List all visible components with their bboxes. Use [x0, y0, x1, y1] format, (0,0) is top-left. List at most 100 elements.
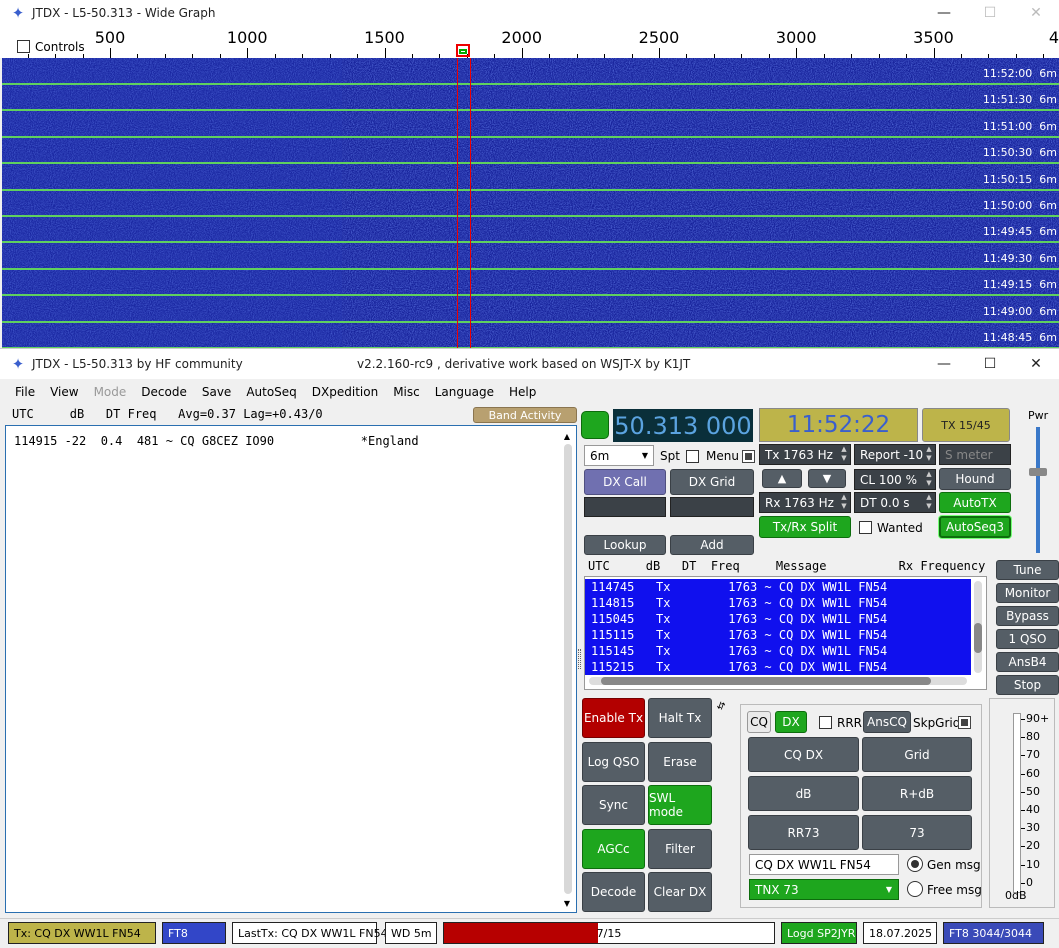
- cq-button[interactable]: CQ: [747, 711, 771, 733]
- waterfall-display[interactable]: 11:52:00 6m 11:51:30 6m 11:51:00 6m 11:50:3…: [2, 58, 1059, 348]
- list-item[interactable]: 115045 Tx 1763 ~ CQ DX WW1L FN54: [591, 611, 971, 627]
- minimize-icon[interactable]: —: [921, 0, 967, 26]
- db-button[interactable]: dB: [748, 776, 859, 811]
- list-item[interactable]: 115115 Tx 1763 ~ CQ DX WW1L FN54: [591, 627, 971, 643]
- band-activity-row[interactable]: 114915 -22 0.4 481 ~ CQ G8CEZ IO90 *Engl…: [14, 434, 419, 448]
- menu-decode[interactable]: Decode: [141, 385, 187, 399]
- grid-button[interactable]: Grid: [862, 737, 972, 772]
- free-msg-radio[interactable]: [907, 881, 923, 897]
- period-timestamp: 11:49:30 6m: [982, 251, 1057, 265]
- log-qso-button[interactable]: Log QSO: [582, 742, 645, 782]
- erase-button[interactable]: Erase: [648, 742, 712, 782]
- menu-help[interactable]: Help: [509, 385, 536, 399]
- tx-period-button[interactable]: TX 15/45: [922, 408, 1010, 442]
- scroll-up-icon[interactable]: ▲: [564, 432, 570, 441]
- menu-dxpedition[interactable]: DXpedition: [312, 385, 378, 399]
- one-qso-button[interactable]: 1 QSO: [996, 629, 1059, 649]
- scroll-down-icon[interactable]: ▼: [564, 899, 570, 908]
- cl-spinbox[interactable]: CL 100 % ▲ ▼: [854, 469, 936, 490]
- dx-button[interactable]: DX: [775, 711, 807, 733]
- monitor-button[interactable]: Monitor: [996, 583, 1059, 603]
- rx-list-hscrollbar[interactable]: [589, 677, 967, 685]
- pwr-slider-track[interactable]: [1029, 427, 1047, 553]
- menu-bar: File View Mode Decode Save AutoSeq DXped…: [0, 381, 1059, 403]
- rrr-checkbox[interactable]: [819, 715, 832, 729]
- period-timestamp: 11:48:45 6m: [982, 331, 1057, 344]
- stop-button[interactable]: Stop: [996, 675, 1059, 695]
- dial-frequency[interactable]: 50.313 000: [613, 409, 753, 442]
- dx-grid-input[interactable]: [670, 497, 754, 517]
- rx-frequency-spinbox[interactable]: Rx 1763 Hz ▲ ▼: [759, 492, 851, 513]
- menu-file[interactable]: File: [15, 385, 35, 399]
- splitter-handle[interactable]: [578, 649, 581, 669]
- hound-button[interactable]: Hound: [939, 468, 1011, 490]
- band-select[interactable]: 6m ▼: [584, 445, 654, 466]
- add-button[interactable]: Add: [670, 535, 754, 555]
- autoseq3-button[interactable]: AutoSeq3: [939, 516, 1011, 538]
- txrx-split-button[interactable]: Tx/Rx Split: [759, 516, 851, 538]
- menu-save[interactable]: Save: [202, 385, 231, 399]
- halt-tx-button[interactable]: Halt Tx: [648, 698, 712, 738]
- autotx-button[interactable]: AutoTX: [939, 492, 1011, 513]
- band-activity-scrollbar[interactable]: [564, 444, 572, 894]
- maximize-icon[interactable]: ☐: [967, 0, 1013, 26]
- dx-call-button[interactable]: DX Call: [584, 469, 666, 495]
- menu-checkbox[interactable]: [742, 449, 755, 463]
- clear-dx-button[interactable]: Clear DX: [648, 872, 712, 912]
- dx-call-input[interactable]: [584, 497, 666, 517]
- smeter-field[interactable]: S meter: [939, 444, 1011, 465]
- rx-frequency-list[interactable]: 114745 Tx 1763 ~ CQ DX WW1L FN54 114815 …: [584, 576, 987, 690]
- band-activity-button[interactable]: Band Activity: [473, 407, 577, 423]
- rx-list-vscrollbar[interactable]: [974, 581, 982, 673]
- menu-misc[interactable]: Misc: [393, 385, 420, 399]
- list-item[interactable]: 114815 Tx 1763 ~ CQ DX WW1L FN54: [591, 595, 971, 611]
- close-icon[interactable]: ✕: [1013, 349, 1059, 379]
- pwr-slider-handle[interactable]: [1029, 468, 1047, 476]
- rr73-button[interactable]: RR73: [748, 815, 859, 850]
- sync-button[interactable]: Sync: [582, 785, 645, 825]
- dt-spinbox[interactable]: DT 0.0 s ▲ ▼: [854, 492, 936, 513]
- bypass-button[interactable]: Bypass: [996, 606, 1059, 626]
- maximize-icon[interactable]: ☐: [967, 349, 1013, 379]
- freq-up-button[interactable]: ▲: [762, 469, 802, 488]
- swap-arrows-icon[interactable]: ⇆: [715, 700, 728, 712]
- list-item[interactable]: 115145 Tx 1763 ~ CQ DX WW1L FN54: [591, 643, 971, 659]
- tx-frequency-marker[interactable]: [456, 44, 470, 57]
- seventy-three-button[interactable]: 73: [862, 815, 972, 850]
- free-message-select[interactable]: TNX 73 ▼: [749, 879, 899, 900]
- controls-checkbox[interactable]: [17, 39, 30, 53]
- anscq-button[interactable]: AnsCQ: [863, 711, 911, 733]
- band-activity-list[interactable]: 114915 -22 0.4 481 ~ CQ G8CEZ IO90 *Engl…: [5, 425, 577, 913]
- tx-progress-bar: 7/15: [443, 922, 775, 944]
- utc-clock: 11:52:22: [759, 408, 918, 442]
- menu-view[interactable]: View: [50, 385, 78, 399]
- wanted-checkbox[interactable]: [859, 520, 872, 534]
- lookup-button[interactable]: Lookup: [584, 535, 666, 555]
- report-spinbox[interactable]: Report -10 ▲ ▼: [854, 444, 936, 465]
- agcc-button[interactable]: AGCc: [582, 829, 645, 869]
- dx-grid-button[interactable]: DX Grid: [670, 469, 754, 495]
- decode-button[interactable]: Decode: [582, 872, 645, 912]
- menu-mode[interactable]: Mode: [94, 385, 127, 399]
- gen-msg-radio[interactable]: [907, 856, 923, 872]
- menu-language[interactable]: Language: [435, 385, 494, 399]
- skpgrid-checkbox[interactable]: [958, 715, 971, 729]
- ansb4-button[interactable]: AnsB4: [996, 652, 1059, 672]
- list-item[interactable]: 114745 Tx 1763 ~ CQ DX WW1L FN54: [591, 579, 971, 595]
- tx-frequency-spinbox[interactable]: Tx 1763 Hz ▲ ▼: [759, 444, 851, 465]
- r-db-button[interactable]: R+dB: [862, 776, 972, 811]
- rig-status-indicator[interactable]: [581, 411, 609, 439]
- spt-checkbox[interactable]: [686, 449, 699, 463]
- minimize-icon[interactable]: —: [921, 349, 967, 379]
- menu-autoseq[interactable]: AutoSeq: [246, 385, 296, 399]
- list-item[interactable]: 115215 Tx 1763 ~ CQ DX WW1L FN54: [591, 659, 971, 675]
- freq-down-button[interactable]: ▼: [808, 469, 846, 488]
- close-icon[interactable]: ✕: [1013, 0, 1059, 26]
- enable-tx-button[interactable]: Enable Tx: [582, 698, 645, 738]
- filter-button[interactable]: Filter: [648, 829, 712, 869]
- cq-dx-button[interactable]: CQ DX: [748, 737, 859, 772]
- swl-mode-button[interactable]: SWL mode: [648, 785, 712, 825]
- gen-message-field[interactable]: CQ DX WW1L FN54: [749, 854, 899, 875]
- menu-label: Menu: [706, 449, 739, 463]
- tune-button[interactable]: Tune: [996, 560, 1059, 580]
